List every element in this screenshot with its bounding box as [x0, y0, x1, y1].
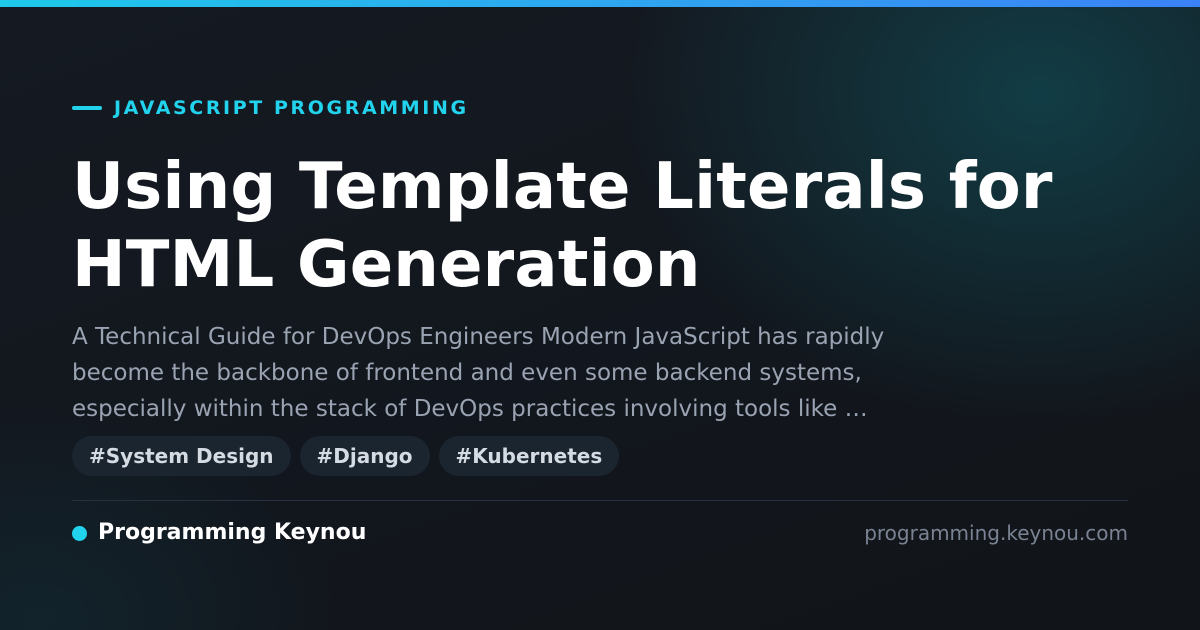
excerpt-line: A Technical Guide for DevOps Engineers M… — [72, 324, 885, 350]
tag-system-design[interactable]: #System Design — [72, 436, 291, 476]
tag-list: #System Design #Django #Kubernetes — [72, 436, 628, 476]
category-label: JAVASCRIPT PROGRAMMING — [114, 97, 469, 119]
excerpt-line: become the backbone of frontend and even… — [72, 360, 862, 386]
tag-django[interactable]: #Django — [299, 436, 430, 476]
divider — [72, 500, 1128, 501]
title-line: Using Template Literals for — [72, 150, 1053, 224]
excerpt-line: especially within the stack of DevOps pr… — [72, 396, 868, 422]
brand-name: Programming Keynou — [98, 520, 367, 545]
title-line: HTML Generation — [72, 228, 701, 302]
brand: Programming Keynou — [72, 519, 366, 547]
category-header: JAVASCRIPT PROGRAMMING — [72, 96, 469, 120]
dash-icon — [72, 106, 102, 110]
excerpt: A Technical Guide for DevOps Engineers M… — [72, 319, 1132, 427]
accent-top-bar — [0, 0, 1200, 7]
tag-kubernetes[interactable]: #Kubernetes — [438, 436, 620, 476]
site-domain: programming.keynou.com — [864, 521, 1128, 545]
og-card: JAVASCRIPT PROGRAMMING Using Template Li… — [0, 0, 1200, 630]
page-title: Using Template Literals for HTML Generat… — [72, 148, 1172, 304]
dot-icon — [72, 525, 87, 541]
